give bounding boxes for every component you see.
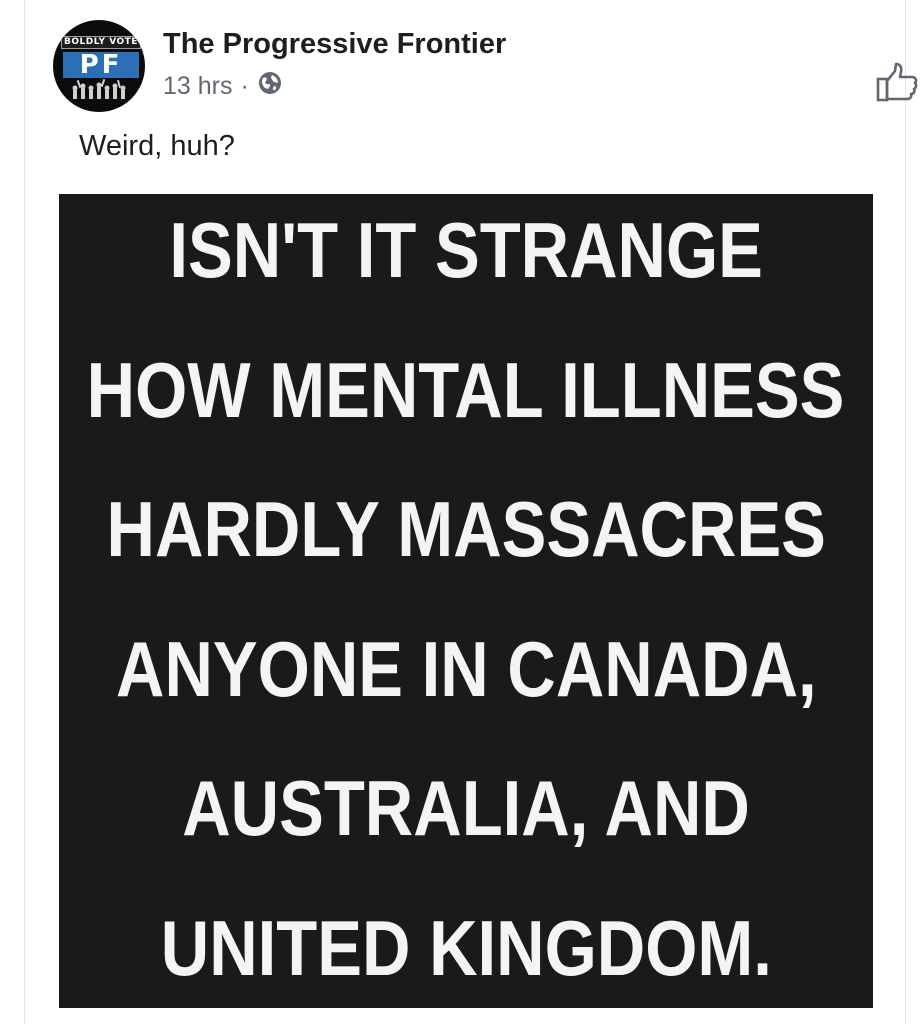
post-header: BOLDLY VOTE PF The Progressive Frontier … xyxy=(53,20,918,116)
meme-text-line: ANYONE IN CANADA, xyxy=(115,624,817,713)
meme-text-line: HOW MENTAL ILLNESS xyxy=(87,345,845,434)
avatar[interactable]: BOLDLY VOTE PF xyxy=(53,20,145,112)
meme-text-line: AUSTRALIA, AND xyxy=(182,764,750,853)
post-image[interactable]: ISN'T IT STRANGE HOW MENTAL ILLNESS HARDLY… xyxy=(59,194,873,1008)
meme-text-line: HARDLY MASSACRES xyxy=(106,485,826,574)
post-meta: 13 hrs · xyxy=(163,70,283,103)
post-caption: Weird, huh? xyxy=(79,130,235,162)
meta-separator: · xyxy=(240,72,249,100)
meme-text-line: ISN'T IT STRANGE xyxy=(169,206,763,294)
thumbs-up-icon xyxy=(874,59,920,110)
meme-text-line: UNITED KINGDOM. xyxy=(160,903,772,992)
avatar-monogram: PF xyxy=(63,52,139,78)
crowd-icon xyxy=(69,78,129,104)
like-button[interactable] xyxy=(873,60,921,108)
globe-icon xyxy=(257,70,283,103)
page-name-link[interactable]: The Progressive Frontier xyxy=(163,28,506,61)
post-timestamp[interactable]: 13 hrs xyxy=(163,72,232,101)
avatar-tagline: BOLDLY VOTE xyxy=(61,36,141,49)
